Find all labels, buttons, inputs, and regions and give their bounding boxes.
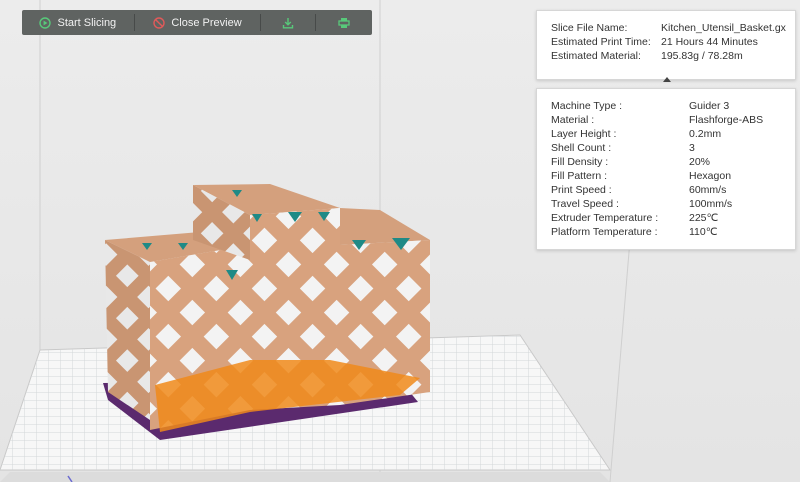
setting-value: Flashforge-ABS [689, 114, 764, 126]
setting-value: 225℃ [689, 212, 719, 224]
info-value: 195.83g / 78.28m [661, 50, 743, 62]
setting-label: Layer Height : [551, 128, 617, 140]
export-button[interactable] [261, 10, 315, 35]
close-preview-button[interactable]: Close Preview [135, 10, 261, 35]
setting-label: Fill Pattern : [551, 170, 608, 182]
close-preview-label: Close Preview [171, 16, 242, 29]
setting-label: Extruder Temperature : [551, 212, 659, 224]
info-label: Estimated Material: [551, 50, 641, 62]
setting-value: 0.2mm [689, 128, 722, 140]
model-left-side [105, 240, 150, 420]
setting-value: 110℃ [689, 226, 718, 238]
info-value: 21 Hours 44 Minutes [661, 36, 758, 48]
setting-label: Fill Density : [551, 156, 609, 168]
frame-line-right [609, 239, 631, 482]
setting-value: Hexagon [689, 170, 732, 182]
no-entry-icon [153, 16, 166, 29]
setting-label: Machine Type : [551, 100, 623, 112]
info-label: Slice File Name: [551, 22, 628, 34]
slice-toolbar: Start Slicing Close Preview [22, 10, 372, 35]
setting-label: Material : [551, 114, 595, 126]
printer-icon [338, 17, 350, 29]
download-icon [282, 17, 294, 29]
info-label: Estimated Print Time: [551, 36, 651, 48]
setting-value: 100mm/s [689, 198, 733, 210]
print-settings-panel: Machine Type : Guider 3 Material : Flash… [536, 88, 796, 250]
start-slicing-label: Start Slicing [57, 16, 117, 29]
slice-file-info-panel: Slice File Name: Kitchen_Utensil_Basket.… [536, 10, 796, 80]
start-slicing-button[interactable]: Start Slicing [22, 10, 134, 35]
setting-value: 3 [689, 142, 695, 154]
setting-label: Travel Speed : [551, 198, 619, 210]
play-circle-icon [39, 16, 52, 29]
print-button[interactable] [316, 10, 372, 35]
panel-pointer-icon [663, 77, 671, 82]
setting-value: Guider 3 [689, 100, 730, 112]
setting-label: Platform Temperature : [551, 226, 658, 238]
info-value: Kitchen_Utensil_Basket.gx [661, 22, 786, 34]
setting-label: Shell Count : [551, 142, 612, 154]
setting-value: 60mm/s [689, 184, 727, 196]
setting-value: 20% [689, 156, 711, 168]
setting-label: Print Speed : [551, 184, 612, 196]
